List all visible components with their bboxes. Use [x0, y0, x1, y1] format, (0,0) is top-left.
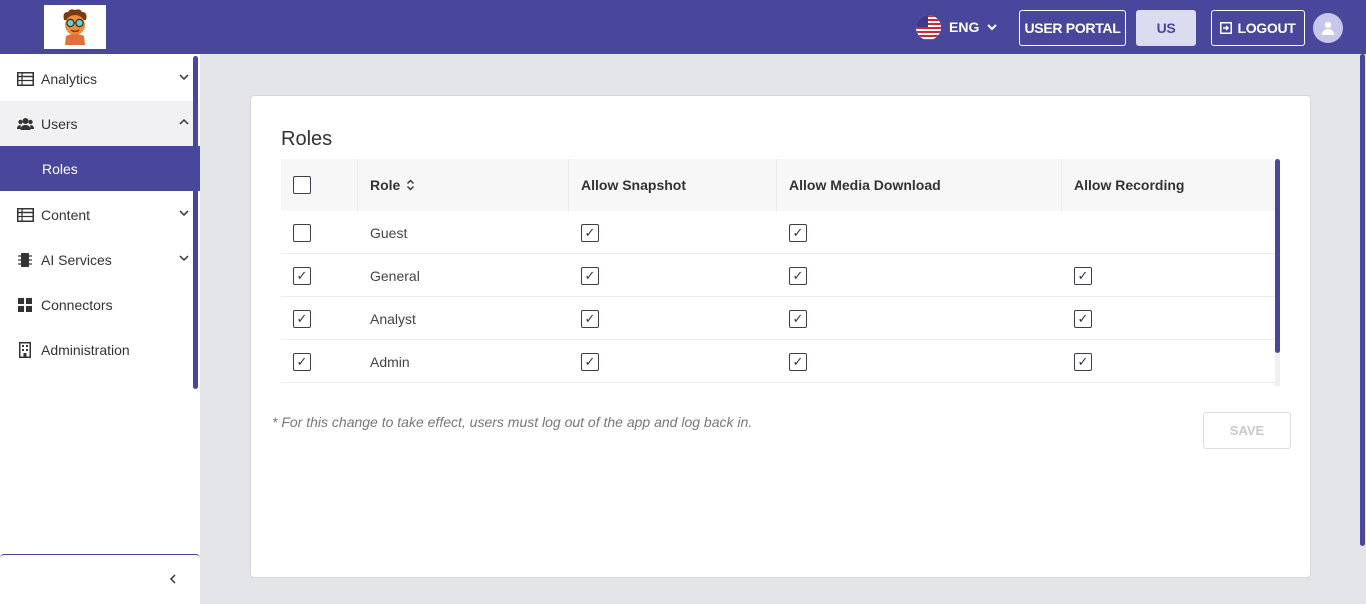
top-bar: ENG USER PORTAL US LOGOUT — [0, 0, 1366, 54]
chevron-up-icon — [179, 118, 189, 125]
allow-media-download-checkbox[interactable]: ✓ — [789, 309, 807, 328]
table-row: ✓ Admin ✓ ✓ ✓ — [281, 340, 1275, 383]
sidebar-item-label: Administration — [41, 341, 130, 358]
allow-media-download-checkbox[interactable]: ✓ — [789, 266, 807, 285]
users-icon — [16, 115, 34, 133]
column-divider — [776, 159, 777, 211]
sidebar-item-roles[interactable]: Roles — [0, 146, 200, 191]
page-scrollbar[interactable] — [1360, 54, 1365, 546]
table-row: ✓ Analyst ✓ ✓ ✓ — [281, 297, 1275, 340]
chevron-down-icon — [987, 24, 998, 31]
table-scrollbar[interactable] — [1275, 159, 1280, 353]
sidebar-item-label: AI Services — [41, 251, 112, 268]
allow-media-download-cell: ✓ — [789, 297, 807, 340]
user-portal-button[interactable]: USER PORTAL — [1019, 10, 1126, 46]
allow-snapshot-cell: ✓ — [581, 340, 599, 383]
sidebar-scrollbar[interactable] — [193, 56, 198, 389]
sidebar-item-users[interactable]: Users — [0, 101, 193, 146]
logout-icon — [1220, 22, 1233, 34]
table-icon — [16, 70, 34, 88]
row-select-checkbox[interactable] — [293, 223, 311, 242]
allow-snapshot-cell: ✓ — [581, 254, 599, 297]
mascot-icon — [63, 9, 87, 45]
sidebar-item-administration[interactable]: Administration — [0, 327, 193, 372]
allow-snapshot-cell: ✓ — [581, 211, 599, 254]
allow-recording-checkbox[interactable]: ✓ — [1074, 309, 1092, 328]
chevron-down-icon — [179, 74, 189, 81]
allow-recording-cell: ✓ — [1074, 297, 1092, 340]
sidebar: Analytics Users Roles Content AI Service… — [0, 54, 200, 604]
sidebar-item-label: Analytics — [41, 70, 98, 87]
table-icon — [16, 206, 34, 224]
grid-icon — [16, 296, 34, 314]
column-header-label: Role — [370, 177, 401, 193]
row-select-checkbox[interactable]: ✓ — [293, 352, 311, 371]
column-header-media-download: Allow Media Download — [789, 177, 941, 193]
sidebar-footer — [0, 554, 200, 604]
select-all-cell — [293, 159, 311, 211]
language-selector[interactable]: ENG — [916, 13, 998, 41]
logout-note: * For this change to take effect, users … — [272, 414, 753, 430]
allow-recording-cell: ✓ — [1074, 254, 1092, 297]
row-select-cell: ✓ — [293, 340, 311, 383]
select-all-checkbox[interactable] — [293, 176, 311, 194]
sidebar-item-ai-services[interactable]: AI Services — [0, 237, 193, 282]
row-select-cell: ✓ — [293, 254, 311, 297]
allow-recording-checkbox[interactable]: ✓ — [1074, 352, 1092, 371]
column-divider — [1061, 159, 1062, 211]
building-icon — [16, 341, 34, 359]
chevron-down-icon — [179, 255, 189, 262]
allow-snapshot-checkbox[interactable]: ✓ — [581, 223, 599, 242]
row-select-checkbox[interactable]: ✓ — [293, 266, 311, 285]
roles-card: Roles Role Allow Snapshot Allow Media Do… — [250, 95, 1311, 578]
row-select-checkbox[interactable]: ✓ — [293, 309, 311, 328]
column-header-recording: Allow Recording — [1074, 177, 1185, 193]
column-header-snapshot: Allow Snapshot — [581, 177, 686, 193]
sidebar-item-label: Roles — [42, 160, 78, 177]
allow-media-download-checkbox[interactable]: ✓ — [789, 352, 807, 371]
allow-media-download-cell: ✓ — [789, 211, 807, 254]
sidebar-item-label: Users — [41, 115, 78, 132]
table-header: Role Allow Snapshot Allow Media Download… — [281, 159, 1275, 211]
language-label: ENG — [949, 19, 980, 35]
allow-snapshot-checkbox[interactable]: ✓ — [581, 352, 599, 371]
role-name: General — [370, 267, 420, 284]
sidebar-item-analytics[interactable]: Analytics — [0, 56, 193, 101]
allow-media-download-cell: ✓ — [789, 340, 807, 383]
chevron-down-icon — [179, 210, 189, 217]
sort-icon[interactable] — [406, 179, 415, 191]
role-name: Admin — [370, 353, 410, 370]
us-flag-icon — [916, 14, 941, 40]
row-select-cell — [293, 211, 311, 254]
save-button[interactable]: SAVE — [1203, 412, 1291, 449]
row-select-cell: ✓ — [293, 297, 311, 340]
user-icon — [1322, 21, 1334, 35]
sidebar-item-connectors[interactable]: Connectors — [0, 282, 193, 327]
collapse-sidebar-icon[interactable] — [169, 573, 177, 585]
logout-label: LOGOUT — [1237, 20, 1296, 36]
user-avatar[interactable] — [1313, 13, 1343, 43]
allow-recording-cell: ✓ — [1074, 340, 1092, 383]
page-title: Roles — [281, 128, 333, 150]
logout-button[interactable]: LOGOUT — [1211, 10, 1305, 46]
column-header-role[interactable]: Role — [370, 159, 415, 211]
sidebar-item-content[interactable]: Content — [0, 192, 193, 237]
table-row: ✓ General ✓ ✓ ✓ — [281, 254, 1275, 297]
allow-recording-checkbox[interactable]: ✓ — [1074, 266, 1092, 285]
table-row: Guest ✓ ✓ — [281, 211, 1275, 254]
role-name: Analyst — [370, 310, 416, 327]
allow-snapshot-cell: ✓ — [581, 297, 599, 340]
role-name: Guest — [370, 224, 408, 241]
app-logo[interactable] — [44, 5, 106, 49]
allow-snapshot-checkbox[interactable]: ✓ — [581, 309, 599, 328]
sidebar-item-label: Content — [41, 206, 91, 223]
allow-snapshot-checkbox[interactable]: ✓ — [581, 266, 599, 285]
column-divider — [357, 159, 358, 211]
chip-icon — [16, 251, 34, 269]
allow-media-download-cell: ✓ — [789, 254, 807, 297]
allow-media-download-checkbox[interactable]: ✓ — [789, 223, 807, 242]
sidebar-item-label: Connectors — [41, 296, 113, 313]
region-button[interactable]: US — [1136, 10, 1196, 46]
column-divider — [568, 159, 569, 211]
